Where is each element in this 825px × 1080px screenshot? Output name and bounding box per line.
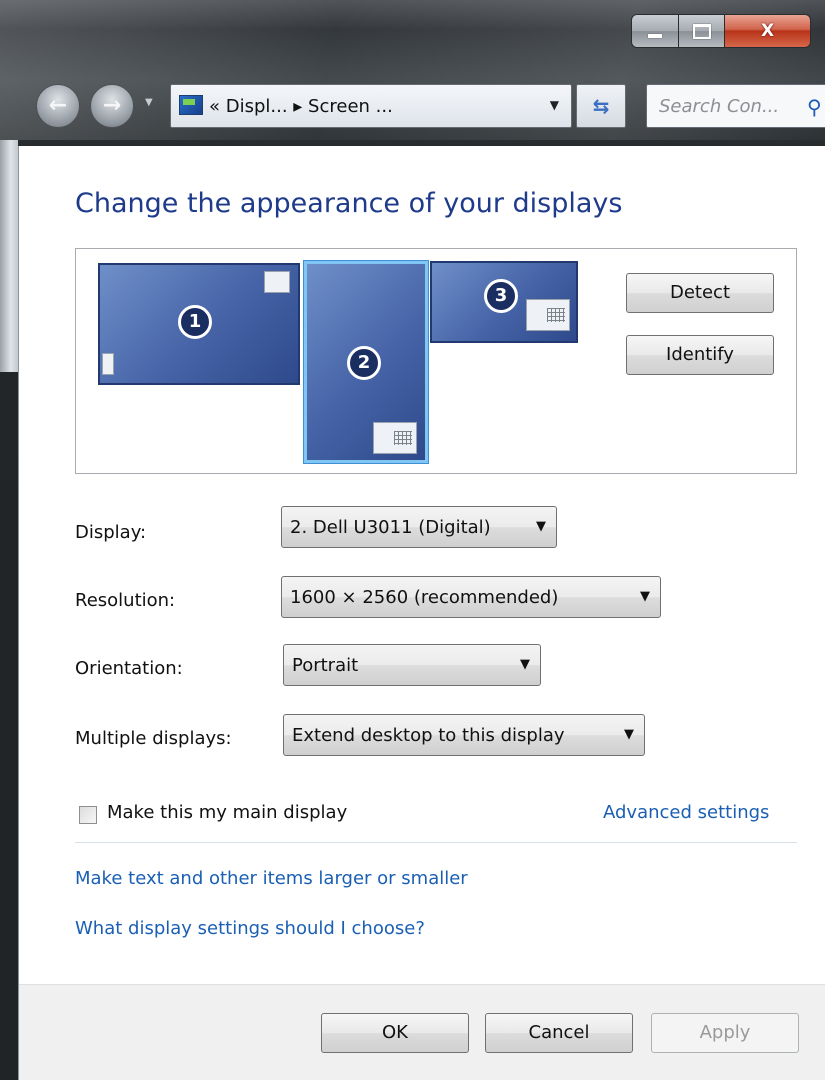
search-input[interactable]: Search Con... (659, 96, 779, 117)
search-icon[interactable]: ⚲ (807, 95, 822, 119)
minimize-icon (648, 34, 662, 38)
display-label: Display: (75, 522, 147, 543)
display-select[interactable]: 2. Dell U3011 (Digital) ▼ (281, 506, 557, 548)
monitor-3[interactable]: 3 (430, 261, 578, 343)
display-select-value: 2. Dell U3011 (Digital) (290, 517, 491, 538)
maximize-button[interactable] (679, 14, 725, 48)
advanced-settings-link[interactable]: Advanced settings (603, 802, 769, 823)
multiple-displays-label: Multiple displays: (75, 728, 232, 749)
chevron-down-icon: ▼ (536, 519, 546, 534)
divider (75, 842, 797, 843)
orientation-label: Orientation: (75, 658, 183, 679)
dialog-footer: OK Cancel Apply (19, 984, 825, 1080)
content-area: Change the appearance of your displays 1… (18, 146, 825, 1080)
search-box[interactable]: Search Con... ⚲ (646, 84, 825, 128)
monitor-arrangement: 1 2 3 Detect Identify (75, 248, 797, 474)
maximize-icon (692, 23, 711, 39)
minimize-button[interactable] (631, 14, 679, 48)
refresh-button[interactable]: ⇆ (576, 84, 626, 128)
caption-buttons: X (631, 14, 811, 48)
page-title: Change the appearance of your displays (75, 188, 623, 219)
main-display-label: Make this my main display (107, 802, 348, 823)
address-text: « Displ... ▸ Screen ... (209, 96, 393, 117)
close-button[interactable]: X (725, 14, 811, 48)
resolution-select[interactable]: 1600 × 2560 (recommended) ▼ (281, 576, 661, 618)
monitor-2[interactable]: 2 (304, 261, 428, 463)
monitor-1[interactable]: 1 (98, 263, 300, 385)
chevron-down-icon: ▼ (640, 589, 650, 604)
taskbar-mini-icon (102, 353, 114, 375)
orientation-select-value: Portrait (292, 655, 359, 676)
monitor-number-2: 2 (347, 346, 381, 380)
monitor-number-1: 1 (178, 305, 212, 339)
recent-pages-chevron-icon[interactable]: ▼ (145, 97, 153, 108)
refresh-icon: ⇆ (592, 94, 610, 118)
monitor-number-3: 3 (484, 279, 518, 313)
address-bar[interactable]: « Displ... ▸ Screen ... ▼ (170, 84, 572, 128)
identify-button[interactable]: Identify (626, 335, 774, 375)
ok-button[interactable]: OK (321, 1013, 469, 1053)
orientation-select[interactable]: Portrait ▼ (283, 644, 541, 686)
apply-button[interactable]: Apply (651, 1013, 799, 1053)
resolution-label: Resolution: (75, 590, 176, 611)
resolution-select-value: 1600 × 2560 (recommended) (290, 587, 559, 608)
control-panel-icon (179, 95, 203, 115)
close-icon: X (760, 21, 775, 41)
cancel-button[interactable]: Cancel (485, 1013, 633, 1053)
detect-button[interactable]: Detect (626, 273, 774, 313)
frame-shine (0, 140, 18, 372)
main-display-checkbox[interactable] (79, 806, 97, 824)
window-frame: X ← → ▼ « Displ... ▸ Screen ... ▼ ⇆ Sear… (0, 0, 825, 1080)
taskbar-mini-icon (526, 299, 570, 331)
back-button[interactable]: ← (36, 84, 80, 128)
text-size-link[interactable]: Make text and other items larger or smal… (75, 868, 468, 889)
chevron-down-icon: ▼ (520, 657, 530, 672)
chevron-down-icon: ▼ (624, 727, 634, 742)
taskbar-mini-icon (373, 422, 417, 454)
forward-button[interactable]: → (90, 84, 134, 128)
help-link[interactable]: What display settings should I choose? (75, 918, 425, 939)
multiple-displays-select[interactable]: Extend desktop to this display ▼ (283, 714, 645, 756)
back-arrow-icon: ← (48, 93, 68, 118)
taskbar-mini-icon (264, 271, 290, 293)
multiple-displays-select-value: Extend desktop to this display (292, 725, 565, 746)
forward-arrow-icon: → (102, 93, 122, 118)
address-dropdown-icon[interactable]: ▼ (550, 98, 559, 112)
